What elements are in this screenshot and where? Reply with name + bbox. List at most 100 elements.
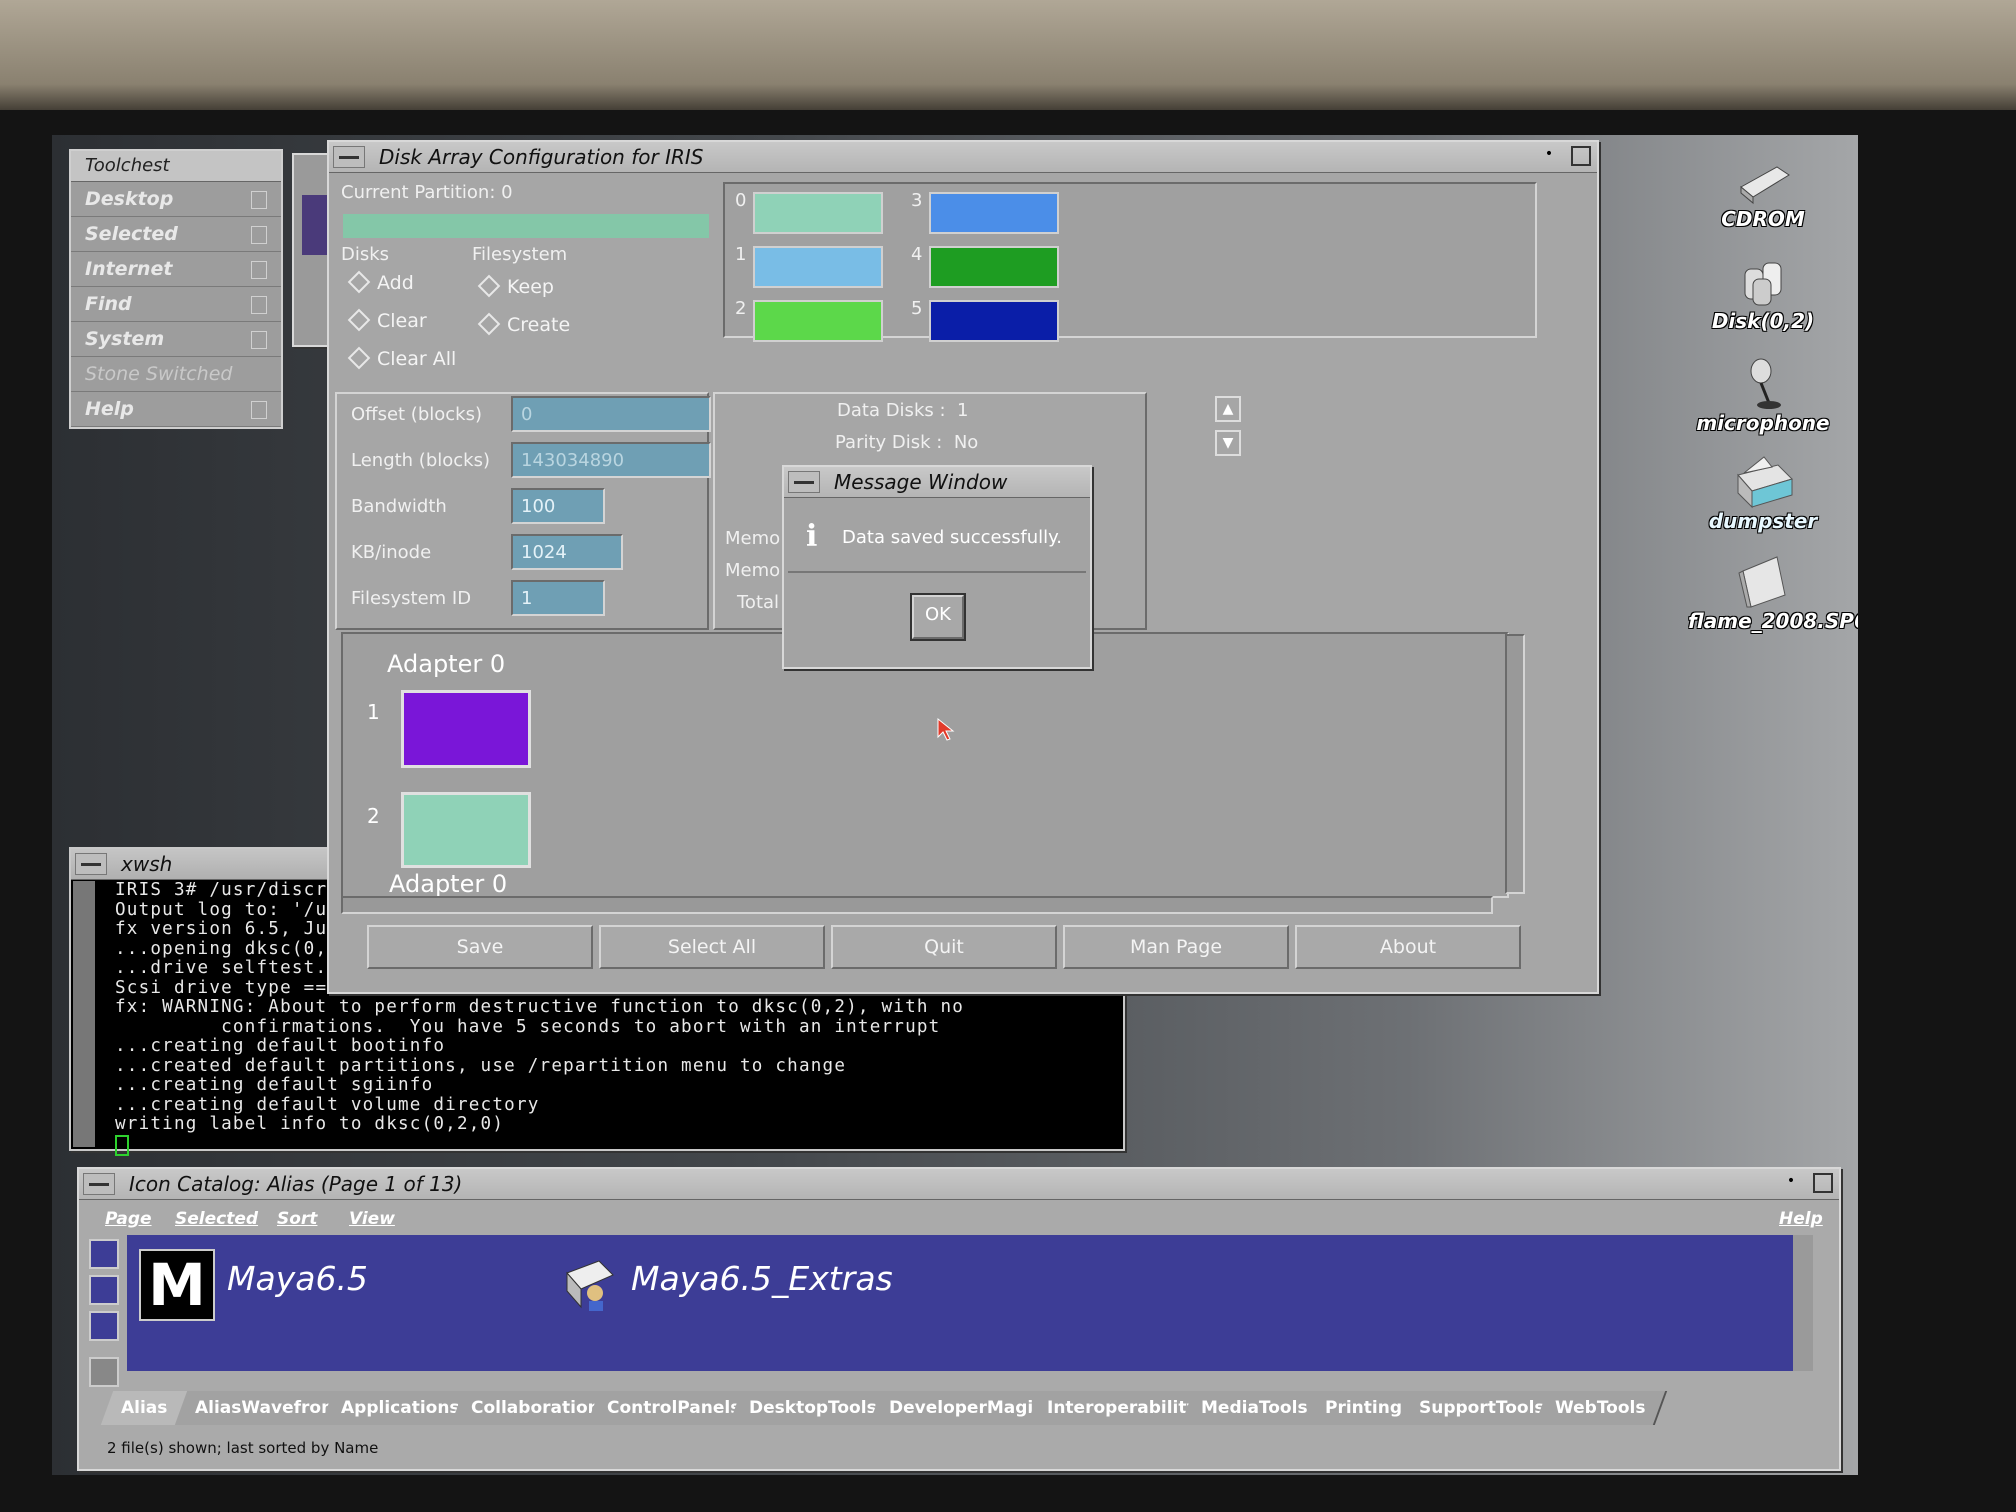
toolchest-item-internet[interactable]: Internet	[71, 252, 281, 287]
menu-view[interactable]: View	[349, 1209, 395, 1229]
toolchest-item-system[interactable]: System	[71, 322, 281, 357]
disks-label: Disks	[341, 244, 390, 265]
length-field[interactable]: 143034890	[511, 442, 711, 478]
toolchest-item-label: Internet	[85, 258, 173, 280]
partition-swatch-0[interactable]	[753, 192, 883, 234]
tab-collaboration[interactable]: Collaboration	[450, 1391, 612, 1425]
tab-webtools[interactable]: WebTools	[1534, 1391, 1668, 1425]
microphone-icon	[1750, 358, 1781, 409]
tab-desktoptools[interactable]: DesktopTools	[728, 1391, 894, 1425]
submenu-icon	[251, 226, 267, 244]
toolchest-item-help[interactable]: Help	[71, 392, 281, 427]
desktop-icon-dumpster[interactable]: dumpster	[1688, 451, 1838, 533]
partition-swatch-4[interactable]	[929, 246, 1059, 288]
partition-swatch-1[interactable]	[753, 246, 883, 288]
tab-controlpanels[interactable]: ControlPanels	[586, 1391, 754, 1425]
scroll-up-icon[interactable]: ▲	[1215, 396, 1241, 422]
about-button[interactable]: About	[1295, 925, 1521, 969]
toolchest-item-label: Help	[85, 398, 134, 420]
adapter-hscrollbar[interactable]	[341, 896, 1493, 914]
toolchest-item-desktop[interactable]: Desktop	[71, 182, 281, 217]
disk-number: 1	[367, 700, 380, 724]
list-view-icon[interactable]	[89, 1275, 119, 1305]
terminal-scrollbar[interactable]	[73, 881, 95, 1147]
catalog-item-label[interactable]: Maya6.5	[227, 1259, 368, 1298]
radio-clear[interactable]: Clear	[347, 308, 427, 332]
radio-clear-all[interactable]: Clear All	[347, 346, 456, 370]
terminal-line: ...creating default volume directory	[115, 1094, 540, 1115]
radio-keep[interactable]: Keep	[477, 274, 554, 298]
menu-sort[interactable]: Sort	[277, 1209, 317, 1229]
save-button[interactable]: Save	[367, 925, 593, 969]
partition-number: 4	[911, 244, 923, 265]
partition-number: 0	[735, 190, 747, 211]
icon-catalog-window[interactable]: Icon Catalog: Alias (Page 1 of 13) • Pag…	[77, 1167, 1841, 1471]
message-window[interactable]: Message Window i Data saved successfully…	[782, 465, 1092, 669]
man-page-button[interactable]: Man Page	[1063, 925, 1289, 969]
kbinode-field[interactable]: 1024	[511, 534, 623, 570]
disk-window-titlebar[interactable]: Disk Array Configuration for IRIS •	[329, 142, 1597, 173]
window-menu-button[interactable]	[333, 146, 365, 168]
desktop-icon-microphone[interactable]: microphone	[1688, 353, 1838, 435]
adapter-disk-2[interactable]	[401, 792, 531, 868]
maya-logo-icon[interactable]: M	[139, 1249, 215, 1321]
quit-button[interactable]: Quit	[831, 925, 1057, 969]
window-menu-button[interactable]	[788, 471, 820, 493]
tab-aliaswavefront[interactable]: AliasWavefront	[174, 1391, 346, 1425]
terminal-line: fx: WARNING: About to perform destructiv…	[115, 997, 965, 1017]
select-all-button[interactable]: Select All	[599, 925, 825, 969]
partition-swatch-3[interactable]	[929, 192, 1059, 234]
radio-create[interactable]: Create	[477, 312, 570, 336]
catalog-titlebar[interactable]: Icon Catalog: Alias (Page 1 of 13) •	[79, 1169, 1839, 1200]
window-menu-button[interactable]	[83, 1173, 115, 1195]
minimize-icon[interactable]: •	[1779, 1173, 1803, 1193]
catalog-vscrollbar[interactable]	[1793, 1235, 1813, 1371]
parity-disk-info: Parity Disk : No	[835, 432, 979, 453]
adapter-title: Adapter 0	[389, 870, 508, 898]
catalog-icon-pane[interactable]: M Maya6.5 Maya6.5_Extras	[127, 1235, 1813, 1371]
partition-number: 2	[735, 298, 747, 319]
data-disks-info: Data Disks : 1	[837, 400, 969, 421]
menu-selected[interactable]: Selected	[175, 1209, 258, 1229]
catalog-status: 2 file(s) shown; last sorted by Name	[107, 1439, 379, 1457]
toolchest-item-stone-switched[interactable]: Stone Switched	[71, 357, 281, 392]
adapter-panel[interactable]: Adapter 0 1 2 Adapter 0	[341, 632, 1509, 898]
radio-add[interactable]: Add	[347, 270, 414, 294]
bandwidth-field[interactable]: 100	[511, 488, 605, 524]
offset-field[interactable]: 0	[511, 396, 711, 432]
diamond-radio-icon	[477, 312, 501, 335]
detail-view-icon[interactable]	[89, 1311, 119, 1341]
disk-drive-icon	[1744, 262, 1782, 306]
message-window-title: Message Window	[834, 470, 1008, 494]
submenu-icon	[251, 401, 267, 419]
scroll-down-icon[interactable]: ▼	[1215, 430, 1241, 456]
menu-page[interactable]: Page	[105, 1209, 152, 1229]
desktop-icon-cdrom[interactable]: CDROM	[1688, 153, 1838, 231]
toolchest-item-selected[interactable]: Selected	[71, 217, 281, 252]
catalog-view-icon[interactable]	[89, 1239, 119, 1269]
maximize-icon[interactable]	[1813, 1173, 1833, 1193]
partition-swatch-2[interactable]	[753, 300, 883, 342]
ok-button[interactable]: OK	[910, 593, 966, 641]
window-menu-button[interactable]	[75, 853, 107, 875]
tab-developermagic[interactable]: DeveloperMagic	[868, 1391, 1052, 1425]
menu-help[interactable]: Help	[1779, 1209, 1823, 1229]
catalog-tool-icon[interactable]	[89, 1357, 119, 1387]
dumpster-icon	[1737, 456, 1793, 509]
offset-label: Offset (blocks)	[351, 404, 482, 425]
tab-supporttools[interactable]: SupportTools	[1398, 1391, 1560, 1425]
fsid-field[interactable]: 1	[511, 580, 605, 616]
message-window-titlebar[interactable]: Message Window	[784, 467, 1090, 498]
toolchest-item-find[interactable]: Find	[71, 287, 281, 322]
maya-extras-icon[interactable]	[559, 1253, 621, 1313]
desktop-icon-flame[interactable]: flame_2008.SP6	[1688, 551, 1858, 633]
minimize-icon[interactable]: •	[1537, 146, 1561, 166]
catalog-item-label[interactable]: Maya6.5_Extras	[631, 1259, 893, 1298]
maximize-icon[interactable]	[1571, 146, 1591, 166]
desktop-icon-disk[interactable]: Disk(0,2)	[1688, 253, 1838, 333]
adapter-disk-1[interactable]	[401, 690, 531, 768]
partition-swatch-5[interactable]	[929, 300, 1059, 342]
adapter-vscrollbar[interactable]	[1505, 634, 1525, 894]
fsid-label: Filesystem ID	[351, 588, 472, 609]
tab-interoperability[interactable]: Interoperability	[1026, 1391, 1206, 1425]
